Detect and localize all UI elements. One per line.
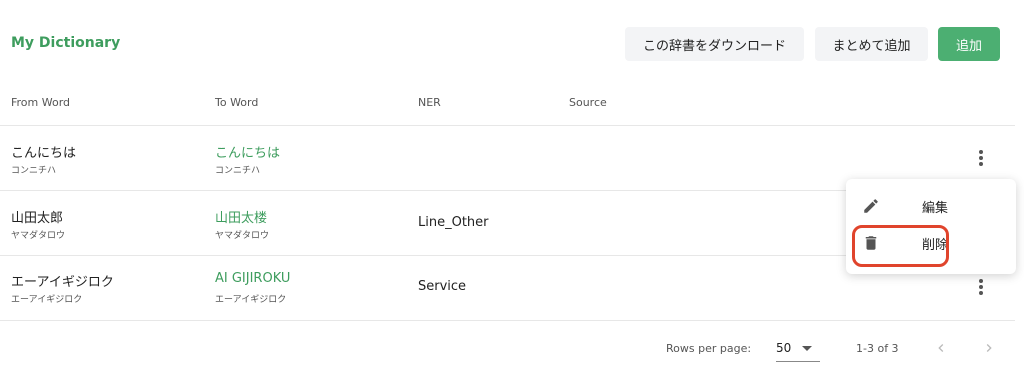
page-title: My Dictionary (11, 35, 121, 51)
to-word: 山田太楼 (215, 211, 268, 226)
row-divider (0, 320, 1015, 321)
from-word: こんにちは (11, 146, 77, 161)
to-reading: エーアイギジロク (215, 295, 287, 305)
column-header-source[interactable]: Source (569, 96, 607, 109)
column-header-to-word[interactable]: To Word (215, 96, 258, 109)
to-word: AI GIJIROKU (215, 271, 291, 286)
pencil-icon (864, 199, 878, 213)
previous-page-icon[interactable] (933, 340, 949, 356)
column-header-ner[interactable]: NER (418, 96, 441, 109)
from-word: 山田太郎 (11, 211, 64, 226)
more-options-icon[interactable] (979, 279, 983, 295)
to-reading: ヤマダタロウ (215, 231, 270, 241)
to-reading: コンニチハ (215, 166, 261, 176)
from-reading: エーアイギジロク (11, 295, 83, 305)
edit-menu-item[interactable]: 編集 (846, 189, 1016, 223)
download-dictionary-button[interactable]: この辞書をダウンロード (625, 27, 804, 61)
add-button[interactable]: 追加 (938, 27, 1000, 61)
from-word: エーアイギジロク (11, 275, 114, 290)
pagination-range: 1-3 of 3 (856, 342, 899, 355)
rows-per-page-value: 50 (776, 341, 792, 355)
bulk-add-button[interactable]: まとめて追加 (815, 27, 928, 61)
header-divider (0, 125, 1015, 126)
column-header-from-word[interactable]: From Word (11, 96, 70, 109)
rows-per-page-select[interactable]: 50 (776, 336, 820, 362)
delete-label: 削除 (922, 237, 949, 253)
edit-label: 編集 (922, 200, 949, 216)
more-options-icon[interactable] (979, 150, 983, 166)
ner-value: Line_Other (418, 215, 489, 230)
rows-per-page-label: Rows per page: (666, 342, 752, 355)
ner-value: Service (418, 279, 467, 294)
from-reading: ヤマダタロウ (11, 231, 66, 241)
to-word: こんにちは (215, 146, 281, 161)
from-reading: コンニチハ (11, 166, 57, 176)
chevron-down-icon (802, 346, 812, 351)
next-page-icon[interactable] (981, 340, 997, 356)
trash-icon (865, 236, 877, 250)
row-context-menu: 編集 削除 (846, 179, 1016, 274)
delete-menu-item[interactable]: 削除 (846, 226, 1016, 260)
